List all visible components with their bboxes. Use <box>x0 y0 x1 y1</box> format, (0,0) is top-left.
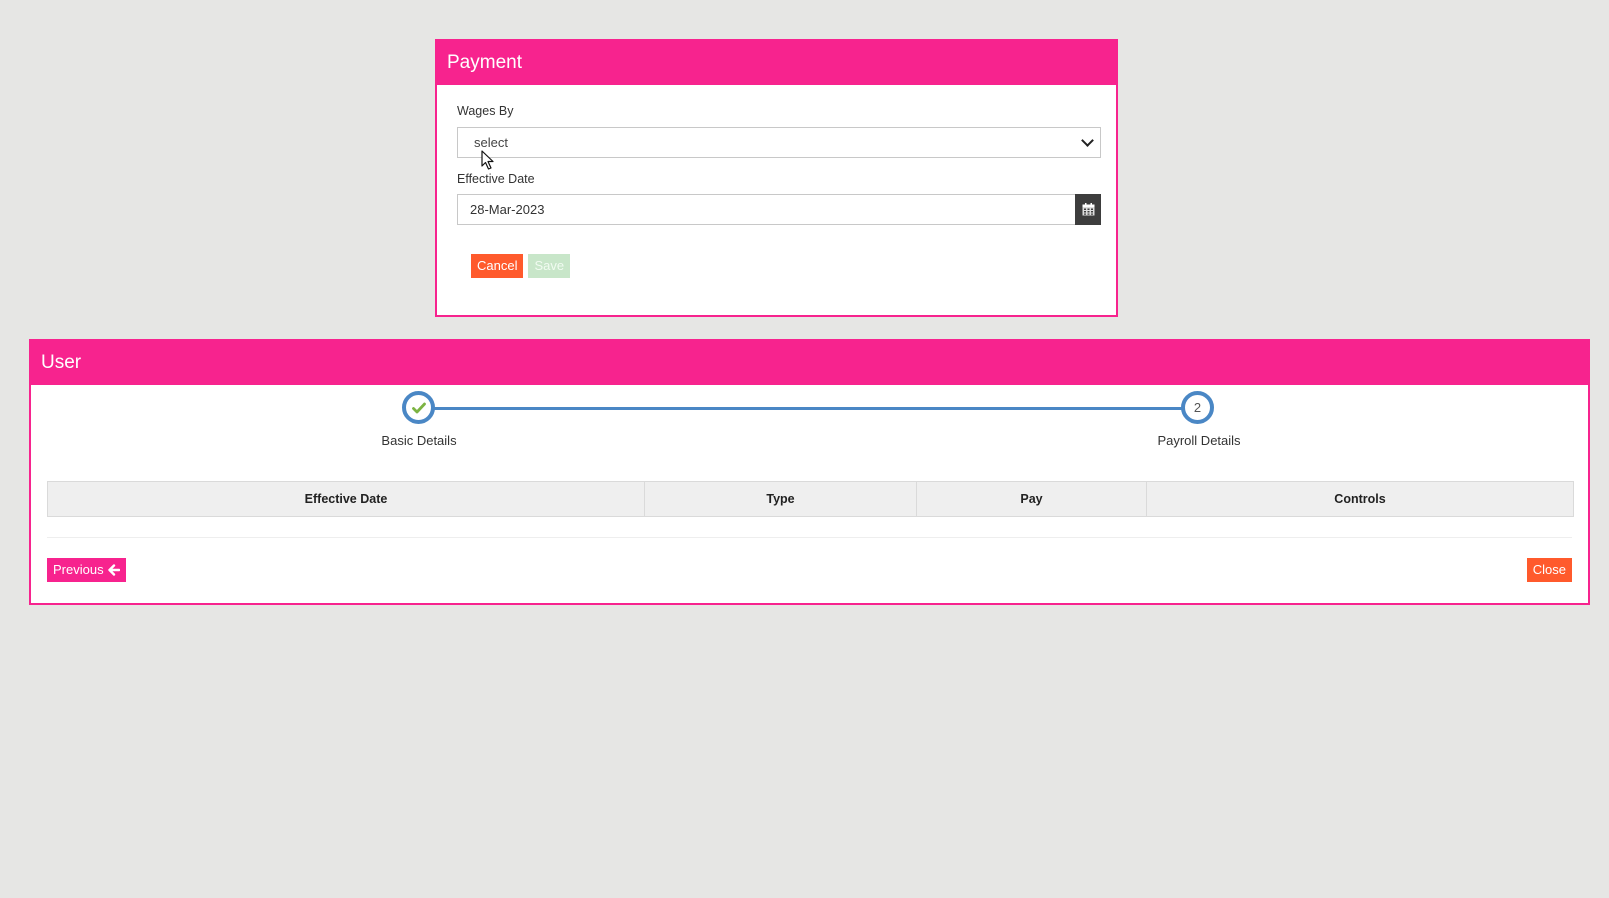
column-header-pay[interactable]: Pay <box>916 481 1147 517</box>
payment-modal-header: Payment <box>437 41 1116 85</box>
payment-actions: Cancel Save <box>471 254 1096 278</box>
step-number: 2 <box>1193 400 1202 415</box>
step-payroll-details-label: Payroll Details <box>1157 433 1241 448</box>
page: Payment Wages By select Effective Date 2… <box>0 0 1609 898</box>
step-payroll-details[interactable]: 2 <box>1181 391 1214 424</box>
calendar-icon <box>1082 203 1094 216</box>
user-panel-footer: Previous Close <box>31 538 1588 582</box>
effective-date-input[interactable]: 28-Mar-2023 <box>457 194 1075 225</box>
chevron-down-icon <box>1081 134 1094 147</box>
payment-modal: Payment Wages By select Effective Date 2… <box>435 39 1118 317</box>
previous-button[interactable]: Previous <box>47 558 126 582</box>
step-basic-details-label: Basic Details <box>381 433 457 448</box>
column-header-type[interactable]: Type <box>644 481 917 517</box>
close-button[interactable]: Close <box>1526 558 1572 582</box>
previous-button-label: Previous <box>53 562 104 577</box>
effective-date-value: 28-Mar-2023 <box>470 202 545 217</box>
step-basic-details[interactable] <box>402 391 435 424</box>
payment-modal-title: Payment <box>447 52 522 73</box>
user-panel-title: User <box>41 352 82 373</box>
payroll-table: Effective Date Type Pay Controls <box>47 481 1574 517</box>
user-panel-header: User <box>31 341 1588 385</box>
check-icon <box>411 402 426 413</box>
payment-form: Wages By select Effective Date 28-Mar-20… <box>437 104 1116 278</box>
calendar-button[interactable] <box>1075 194 1101 225</box>
column-header-effective-date[interactable]: Effective Date <box>47 481 645 517</box>
arrow-left-icon <box>107 564 120 576</box>
stepper: Basic Details 2 Payroll Details <box>31 385 1588 481</box>
table-header-row: Effective Date Type Pay Controls <box>47 481 1574 517</box>
save-button[interactable]: Save <box>528 254 571 278</box>
user-panel: User Basic Details 2 Payroll Details Eff… <box>29 339 1590 605</box>
stepper-line <box>429 407 1211 410</box>
wages-by-selected-value: select <box>474 135 508 150</box>
effective-date-row: 28-Mar-2023 <box>457 194 1101 225</box>
cancel-button[interactable]: Cancel <box>471 254 524 278</box>
column-header-controls[interactable]: Controls <box>1146 481 1574 517</box>
wages-by-label: Wages By <box>457 104 514 118</box>
mouse-cursor-icon <box>481 150 494 170</box>
effective-date-label: Effective Date <box>457 172 535 186</box>
wages-by-select[interactable]: select <box>457 127 1101 158</box>
